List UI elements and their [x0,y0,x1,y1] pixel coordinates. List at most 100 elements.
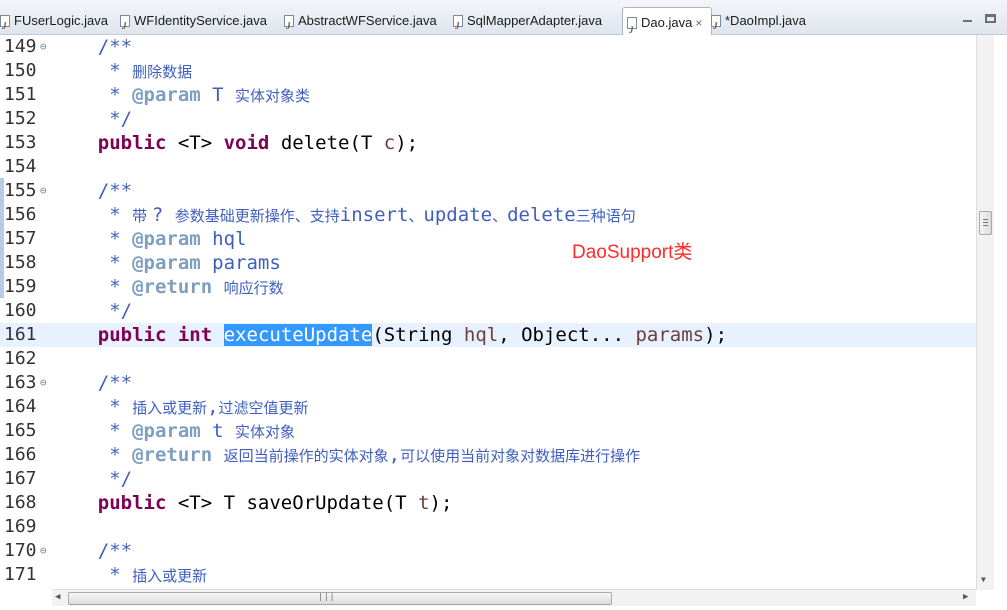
code-text[interactable]: * 带 ? 参数基础更新操作、支持insert、update、delete三种语… [52,203,636,228]
code-line[interactable]: 152 */ [0,107,976,131]
line-number: 149 [4,36,37,57]
line-number: 169 [4,516,37,537]
code-text[interactable]: * 插入或更新 [52,563,207,588]
tab-label: AbstractWFService.java [298,13,437,28]
code-token: delete(T [269,132,384,154]
maximize-icon[interactable] [985,14,996,23]
code-line[interactable]: 157 * @param hql [0,227,976,251]
code-token: 可以使用当前对象对数据库进行操作 [400,447,641,465]
code-token: 响应行数 [223,279,284,297]
code-line[interactable]: 160 */ [0,299,976,323]
code-line[interactable]: 167 */ [0,467,976,491]
code-token: * [52,60,133,82]
code-line[interactable]: 166 * @return 返回当前操作的实体对象,可以使用当前对象对数据库进行… [0,443,976,467]
code-token: hql [463,324,499,346]
code-token: (String [372,324,464,346]
code-token: 三种语句 [575,207,636,225]
line-number: 165 [4,420,37,441]
code-text[interactable]: * @param T 实体对象类 [52,83,310,108]
code-text[interactable]: /** [52,179,132,203]
scroll-down-arrow-icon[interactable]: ▼ [981,575,986,584]
tab-wfidentityservice[interactable]: J WFIdentityService.java [120,9,276,33]
code-token: , [388,444,401,466]
code-text[interactable]: * 删除数据 [52,59,192,84]
code-token: c [383,132,396,154]
line-number: 166 [4,444,37,465]
code-text[interactable]: * @param t 实体对象 [52,419,295,444]
code-line[interactable]: 168 public <T> T saveOrUpdate(T t); [0,491,976,515]
code-line[interactable]: 161 public int executeUpdate(String hql,… [0,323,976,347]
code-token: T [200,84,236,106]
code-line[interactable]: 159 * @return 响应行数 [0,275,976,299]
code-text[interactable]: * 插入或更新,过滤空值更新 [52,395,308,420]
code-text[interactable]: */ [52,467,132,491]
code-text[interactable]: * @return 响应行数 [52,275,284,300]
code-text[interactable]: * @param hql [52,227,246,251]
code-line[interactable]: 158 * @param params [0,251,976,275]
fold-toggle-icon[interactable]: ⊖ [40,35,47,59]
code-text[interactable]: public int executeUpdate(String hql, Obj… [52,323,727,347]
code-token: , Object... [498,324,636,346]
fold-toggle-icon[interactable]: ⊖ [40,539,47,563]
code-text[interactable]: /** [52,539,132,563]
code-token: /** [52,540,133,562]
code-token: /** [52,372,133,394]
code-text[interactable]: */ [52,299,132,323]
code-line[interactable]: 163 ⊖ /** [0,371,976,395]
code-line[interactable]: 169 [0,515,976,539]
java-file-icon: J [0,15,10,31]
minimize-icon[interactable] [963,20,972,22]
horizontal-scroll-thumb[interactable] [68,592,612,605]
code-text[interactable]: */ [52,107,132,131]
code-line[interactable]: 171 * 插入或更新 [0,563,976,587]
fold-toggle-icon[interactable]: ⊖ [40,179,47,203]
code-text[interactable]: * @param params [52,251,281,275]
code-token: 、 [492,207,508,225]
line-number: 163 [4,372,37,393]
code-text[interactable]: public <T> T saveOrUpdate(T t); [52,491,453,515]
code-line[interactable]: 162 [0,347,976,371]
code-line[interactable]: 155 ⊖ /** [0,179,976,203]
code-token: <T> T saveOrUpdate(T [166,492,419,514]
tab-abstractwfservice[interactable]: J AbstractWFService.java [284,9,444,33]
code-line[interactable]: 156 * 带 ? 参数基础更新操作、支持insert、update、delet… [0,203,976,227]
code-line[interactable]: 154 [0,155,976,179]
tab-dao[interactable]: J Dao.java × [622,7,712,35]
code-text[interactable]: /** [52,35,132,59]
code-token: 返回当前操作的实体对象 [223,447,389,465]
code-line[interactable]: 150 * 删除数据 [0,59,976,83]
code-text[interactable]: public <T> void delete(T c); [52,131,418,155]
close-icon[interactable]: × [695,9,702,35]
vertical-scroll-thumb[interactable] [979,211,992,235]
scroll-right-arrow-icon[interactable]: ▶ [963,592,968,602]
fold-toggle-icon[interactable]: ⊖ [40,371,47,395]
code-token: 插入或更新 [132,567,208,585]
code-line[interactable]: 151 * @param T 实体对象类 [0,83,976,107]
daosupport-annotation: DaoSupport类 [572,242,693,263]
vertical-scrollbar[interactable]: ▼ [976,35,994,590]
code-token: * [52,84,133,106]
scroll-left-arrow-icon[interactable]: ◀ [55,592,60,602]
tab-daoimpl[interactable]: J *DaoImpl.java [711,9,823,33]
code-line[interactable]: 164 * 插入或更新,过滤空值更新 [0,395,976,419]
horizontal-scrollbar[interactable]: ◀ ||| ▶ [52,589,976,606]
code-line[interactable]: 170 ⊖ /** [0,539,976,563]
code-token: params [635,324,705,346]
code-token: ); [395,132,419,154]
line-number: 151 [4,84,37,105]
code-editor[interactable]: 149 ⊖ /** 150 * 删除数据 151 * @param T 实体对象类 15… [0,35,976,590]
code-token: int [177,324,213,346]
code-token: * [52,276,133,298]
code-line[interactable]: 165 * @param t 实体对象 [0,419,976,443]
code-line[interactable]: 153 public <T> void delete(T c); [0,131,976,155]
tab-fuserlogic[interactable]: J FUserLogic.java [0,9,112,33]
code-text[interactable]: /** [52,371,132,395]
code-text[interactable]: * @return 返回当前操作的实体对象,可以使用当前对象对数据库进行操作 [52,443,640,468]
tab-sqlmapperadapter[interactable]: J SqlMapperAdapter.java [453,9,617,33]
line-number: 162 [4,348,37,369]
code-line[interactable]: 149 ⊖ /** [0,35,976,59]
line-number: 171 [4,564,37,585]
